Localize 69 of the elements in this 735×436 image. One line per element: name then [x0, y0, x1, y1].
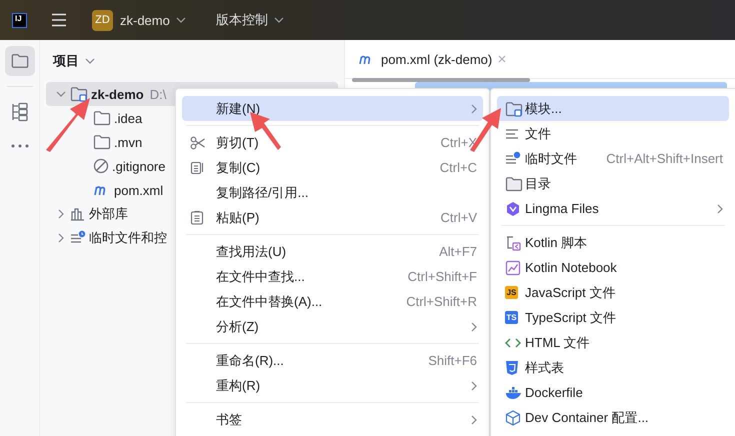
- script-file-icon: [505, 234, 521, 250]
- menu-item[interactable]: 临时文件 Ctrl+Alt+Shift+Insert: [497, 146, 729, 171]
- tree-item[interactable]: pom.xml: [114, 182, 164, 198]
- chevron-down-icon[interactable]: [85, 58, 95, 64]
- chevron-down-icon[interactable]: [56, 89, 66, 99]
- menu-item[interactable]: JS JavaScript 文件: [497, 280, 729, 305]
- copy-icon: [190, 160, 204, 175]
- menu-item[interactable]: Dev Container 配置...: [497, 405, 729, 430]
- scratch-file-icon: [505, 150, 521, 166]
- tree-item[interactable]: .idea: [114, 110, 142, 126]
- ignore-file-icon: [93, 158, 109, 174]
- shield-icon: [505, 360, 519, 376]
- scissors-icon: [190, 136, 206, 150]
- vcs-dropdown[interactable]: 版本控制: [212, 11, 288, 29]
- menu-item[interactable]: 分析(Z): [182, 314, 483, 339]
- menu-item[interactable]: 粘贴(P) Ctrl+V: [182, 205, 483, 230]
- code-brackets-icon: [505, 336, 521, 348]
- tree-item[interactable]: zk-demo: [91, 86, 144, 102]
- menu-item[interactable]: 模块...: [497, 96, 729, 121]
- chevron-right-icon[interactable]: [56, 233, 66, 243]
- chart-icon: [505, 260, 521, 276]
- chevron-down-icon: [176, 17, 186, 23]
- tree-item[interactable]: .mvn: [114, 134, 142, 150]
- hexagon-icon: [505, 200, 521, 216]
- menu-item[interactable]: 重命名(R)... Shift+F6: [182, 348, 483, 373]
- clipboard-icon: [190, 210, 204, 225]
- menu-item[interactable]: Dockerfile: [497, 380, 729, 405]
- menu-icon[interactable]: [51, 13, 67, 27]
- module-folder-icon: [70, 86, 88, 102]
- menu-item[interactable]: 目录: [497, 171, 729, 196]
- menu-item[interactable]: 复制(C) Ctrl+C: [182, 155, 483, 180]
- menu-item[interactable]: 在文件中查找... Ctrl+Shift+F: [182, 264, 483, 289]
- menu-item[interactable]: 文件: [497, 121, 729, 146]
- menu-item[interactable]: Lingma Files: [497, 196, 729, 221]
- module-folder-icon: [505, 100, 523, 116]
- project-badge: ZD: [92, 10, 113, 30]
- tree-item[interactable]: 外部库: [89, 205, 128, 223]
- close-icon[interactable]: [498, 55, 506, 63]
- tree-item[interactable]: .gitignore: [112, 158, 166, 174]
- app-logo[interactable]: IJ: [12, 12, 27, 28]
- tree-item[interactable]: 临时文件和控: [89, 229, 167, 247]
- library-icon: [70, 206, 86, 222]
- project-dropdown[interactable]: zk-demo: [116, 12, 190, 28]
- menu-item[interactable]: Kotlin Notebook: [497, 255, 729, 280]
- menu-item[interactable]: 重构(R): [182, 373, 483, 398]
- folder-icon[interactable]: [4, 46, 34, 76]
- path-text: D:\: [150, 86, 166, 102]
- chevron-down-icon: [274, 17, 284, 23]
- editor-tab[interactable]: pom.xml (zk-demo): [351, 40, 514, 78]
- menu-item[interactable]: 在文件中替换(A)... Ctrl+Shift+R: [182, 289, 483, 314]
- menu-item[interactable]: Kotlin 脚本: [497, 230, 729, 255]
- whale-icon: [505, 386, 523, 400]
- folder-icon: [93, 110, 111, 126]
- cube-icon: [505, 410, 521, 426]
- menu-item[interactable]: 复制路径/引用...: [182, 180, 483, 205]
- folder-icon: [505, 176, 523, 192]
- menu-item[interactable]: 新建(N): [182, 96, 483, 121]
- text-file-icon: [505, 128, 519, 140]
- chevron-right-icon[interactable]: [56, 209, 66, 219]
- menu-item[interactable]: HTML 文件: [497, 330, 729, 355]
- menu-item[interactable]: 书签: [182, 407, 483, 432]
- panel-title[interactable]: 项目: [53, 52, 79, 70]
- js-file-icon: JS: [505, 286, 518, 299]
- folder-icon: [93, 134, 111, 150]
- scrollbar[interactable]: [352, 78, 530, 82]
- menu-item[interactable]: 样式表: [497, 355, 729, 380]
- menu-item[interactable]: TS TypeScript 文件: [497, 305, 729, 330]
- ts-file-icon: TS: [505, 311, 518, 324]
- menu-item[interactable]: 查找用法(U) Alt+F7: [182, 239, 483, 264]
